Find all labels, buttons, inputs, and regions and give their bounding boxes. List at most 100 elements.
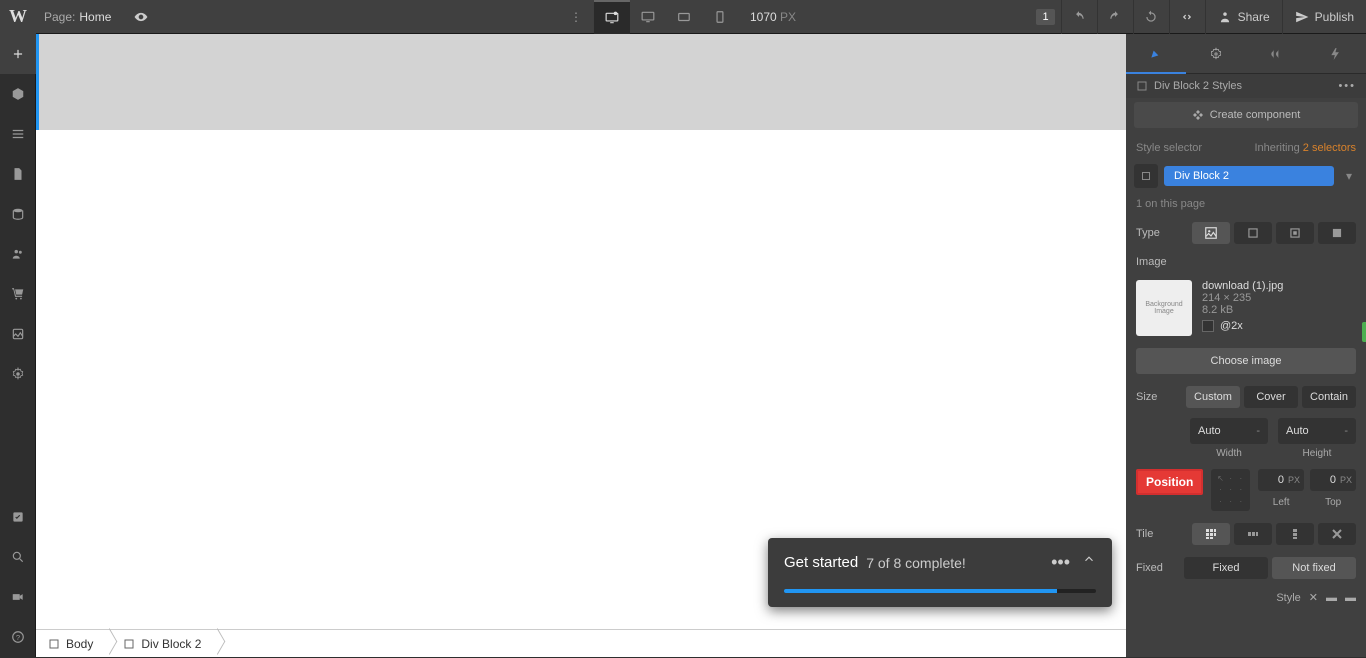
toast-collapse-icon[interactable] xyxy=(1082,552,1096,573)
pos-br[interactable]: · xyxy=(1236,496,1246,507)
tile-label: Tile xyxy=(1136,528,1184,540)
panel-tab-style-icon[interactable] xyxy=(1126,34,1186,74)
style-close-icon[interactable]: ✕ xyxy=(1309,591,1318,604)
bg-image-dimensions: 214 × 235 xyxy=(1202,292,1283,304)
settings-icon[interactable] xyxy=(0,354,36,394)
panel-tab-settings-icon[interactable] xyxy=(1186,34,1246,74)
inheriting-selectors-link[interactable]: 2 selectors xyxy=(1303,142,1356,154)
undo-icon[interactable] xyxy=(1061,0,1097,34)
position-grid[interactable]: ↖·· ··· ··· xyxy=(1211,469,1250,511)
pos-tl[interactable]: ↖ xyxy=(1215,473,1225,484)
publish-button[interactable]: Publish xyxy=(1282,0,1366,34)
pos-t[interactable]: · xyxy=(1226,473,1236,484)
app-logo[interactable]: W xyxy=(0,0,36,34)
tile-y-icon[interactable] xyxy=(1276,523,1314,545)
page-name[interactable]: Home xyxy=(79,10,123,24)
options-dots-icon[interactable]: ⋮ xyxy=(558,0,594,34)
toast-more-icon[interactable]: ••• xyxy=(1051,552,1070,573)
ecommerce-icon[interactable] xyxy=(0,274,36,314)
assets-icon[interactable] xyxy=(0,314,36,354)
share-button[interactable]: Share xyxy=(1205,0,1282,34)
type-label: Type xyxy=(1136,227,1184,239)
audit-icon[interactable] xyxy=(0,497,36,537)
selector-dropdown-icon[interactable]: ▾ xyxy=(1340,169,1358,183)
position-top-input[interactable]: 0PX xyxy=(1310,469,1356,491)
cms-icon[interactable] xyxy=(0,194,36,234)
width-label: Width xyxy=(1216,448,1242,459)
pos-bl[interactable]: · xyxy=(1215,496,1225,507)
type-image-icon[interactable] xyxy=(1192,222,1230,244)
pos-b[interactable]: · xyxy=(1226,496,1236,507)
panel-header-more-icon[interactable]: ••• xyxy=(1338,80,1356,92)
share-label: Share xyxy=(1238,10,1270,24)
selected-div-block[interactable] xyxy=(36,34,1126,130)
navigator-icon[interactable] xyxy=(0,114,36,154)
style-segment-2-icon[interactable]: ▬ xyxy=(1345,592,1356,604)
canvas-width-display[interactable]: 1070 PX xyxy=(738,10,808,24)
symbols-icon[interactable] xyxy=(0,74,36,114)
inheriting-label: Inheriting xyxy=(1254,142,1299,154)
pages-icon[interactable] xyxy=(0,154,36,194)
video-icon[interactable] xyxy=(0,577,36,617)
pos-l[interactable]: · xyxy=(1215,484,1225,495)
selector-state-icon[interactable] xyxy=(1134,164,1158,188)
device-tablet-landscape-icon[interactable] xyxy=(666,0,702,34)
type-color-icon[interactable] xyxy=(1318,222,1356,244)
height-label: Height xyxy=(1303,448,1332,459)
pos-tr[interactable]: · xyxy=(1236,473,1246,484)
toast-progress-bar xyxy=(784,589,1096,593)
preview-eye-icon[interactable] xyxy=(123,0,159,34)
style-segment-1-icon[interactable]: ▬ xyxy=(1326,592,1337,604)
help-icon[interactable]: ? xyxy=(0,617,36,657)
type-radial-gradient-icon[interactable] xyxy=(1276,222,1314,244)
sync-icon[interactable] xyxy=(1133,0,1169,34)
position-left-input[interactable]: 0PX xyxy=(1258,469,1304,491)
device-desktop-icon[interactable] xyxy=(630,0,666,34)
size-cover-button[interactable]: Cover xyxy=(1244,386,1298,408)
style-footer-label: Style xyxy=(1276,592,1300,604)
svg-text:?: ? xyxy=(16,633,20,642)
code-icon[interactable] xyxy=(1169,0,1205,34)
type-linear-gradient-icon[interactable] xyxy=(1234,222,1272,244)
notification-badge[interactable]: 1 xyxy=(1036,9,1054,25)
on-page-count: 1 on this page xyxy=(1136,198,1205,210)
width-input[interactable]: Auto- xyxy=(1190,418,1268,444)
breadcrumb-body[interactable]: Body xyxy=(36,630,111,658)
publish-label: Publish xyxy=(1315,10,1354,24)
fixed-label: Fixed xyxy=(1136,562,1184,574)
image-label: Image xyxy=(1136,256,1184,268)
tile-x-icon[interactable] xyxy=(1234,523,1272,545)
pos-c[interactable]: · xyxy=(1226,484,1236,495)
panel-header-title: Div Block 2 Styles xyxy=(1154,80,1242,92)
bg-image-filesize: 8.2 kB xyxy=(1202,304,1283,316)
tile-both-icon[interactable] xyxy=(1192,523,1230,545)
search-icon[interactable] xyxy=(0,537,36,577)
redo-icon[interactable] xyxy=(1097,0,1133,34)
size-custom-button[interactable]: Custom xyxy=(1186,386,1240,408)
canvas-width-value: 1070 xyxy=(750,10,777,24)
panel-tab-interactions-icon[interactable] xyxy=(1306,34,1366,74)
tile-none-icon[interactable] xyxy=(1318,523,1356,545)
height-input[interactable]: Auto- xyxy=(1278,418,1356,444)
breadcrumb-div-label: Div Block 2 xyxy=(141,637,201,651)
toast-subtitle: 7 of 8 complete! xyxy=(866,555,966,571)
onboarding-toast: Get started 7 of 8 complete! ••• xyxy=(768,538,1112,607)
size-contain-button[interactable]: Contain xyxy=(1302,386,1356,408)
selector-chip[interactable]: Div Block 2 xyxy=(1164,166,1334,186)
fixed-button[interactable]: Fixed xyxy=(1184,557,1268,579)
retina-checkbox[interactable] xyxy=(1202,320,1214,332)
breadcrumb-div-block[interactable]: Div Block 2 xyxy=(111,630,219,658)
device-desktop-base-icon[interactable] xyxy=(594,0,630,34)
device-tablet-portrait-icon[interactable] xyxy=(702,0,738,34)
feedback-tab[interactable] xyxy=(1362,322,1366,342)
add-elements-icon[interactable] xyxy=(0,34,36,74)
choose-image-button[interactable]: Choose image xyxy=(1136,348,1356,374)
pos-r[interactable]: · xyxy=(1236,484,1246,495)
create-component-button[interactable]: Create component xyxy=(1134,102,1358,128)
panel-tab-effects-icon[interactable] xyxy=(1246,34,1306,74)
breadcrumb-body-label: Body xyxy=(66,637,93,651)
canvas-width-unit: PX xyxy=(780,10,796,24)
not-fixed-button[interactable]: Not fixed xyxy=(1272,557,1356,579)
bg-image-thumbnail[interactable]: Background Image xyxy=(1136,280,1192,336)
users-icon[interactable] xyxy=(0,234,36,274)
